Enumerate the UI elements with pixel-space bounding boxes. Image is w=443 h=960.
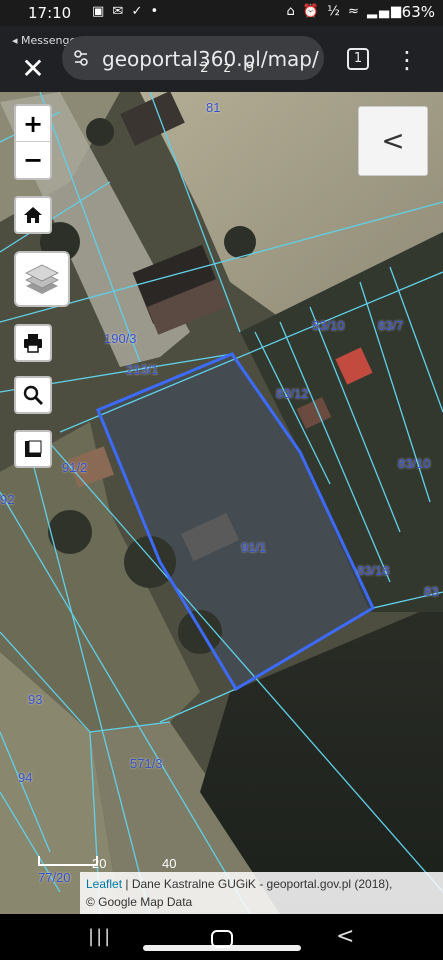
browser-toolbar: ◂ Messenger ✕ geoportal360.pl/map/ 2 z 9… xyxy=(0,26,443,92)
parcel-label[interactable]: 83/18 xyxy=(357,563,390,578)
search-icon xyxy=(23,385,43,405)
tab-switcher-button[interactable]: 1 xyxy=(347,48,369,70)
ruler-icon xyxy=(25,440,42,457)
zoom-control: + − xyxy=(14,104,52,180)
parcel-label[interactable]: 92 xyxy=(0,492,14,507)
parcel-label[interactable]: 571/3 xyxy=(130,756,163,771)
parcel-label[interactable]: 213/1 xyxy=(126,362,159,377)
parcel-label[interactable]: 83/10 xyxy=(398,456,431,471)
attribution-text: | Dane Kastralne GUGiK - geoportal.gov.p… xyxy=(122,877,393,891)
close-icon[interactable]: ✕ xyxy=(18,54,48,84)
zoom-in-button[interactable]: + xyxy=(16,106,50,142)
status-time: 17:10 xyxy=(28,4,72,22)
leaflet-link[interactable]: Leaflet xyxy=(86,877,122,891)
side-panel-toggle-button[interactable]: < xyxy=(358,106,428,176)
parcel-label[interactable]: 81 xyxy=(206,100,220,115)
browser-menu-icon[interactable]: ⋮ xyxy=(395,46,419,74)
parcel-label[interactable]: 93 xyxy=(28,692,42,707)
printer-icon xyxy=(24,334,42,353)
parcel-label[interactable]: 77/20 xyxy=(38,870,71,885)
parcel-label[interactable]: 83/12 xyxy=(276,386,309,401)
parcel-label[interactable]: 190/3 xyxy=(104,331,137,346)
settings-sliders-icon[interactable] xyxy=(74,49,88,67)
notification-icons: ▣ ✉ ✓ • xyxy=(92,4,161,19)
parcel-label[interactable]: 83 xyxy=(424,584,438,599)
parcel-label[interactable]: 91/1 xyxy=(241,540,266,555)
home-button[interactable] xyxy=(211,930,233,948)
recent-apps-button[interactable]: ||| xyxy=(88,928,110,946)
layers-button[interactable] xyxy=(14,251,70,307)
parcel-label[interactable]: 83/7 xyxy=(378,318,403,333)
map-view[interactable]: 81 190/3 213/1 83/10 83/7 83/12 83/10 91… xyxy=(0,92,443,914)
parcel-label[interactable]: 94 xyxy=(18,770,32,785)
battery-level: 63% xyxy=(401,3,435,21)
page-counter: 2 z 9 xyxy=(200,60,258,76)
home-icon xyxy=(24,207,42,223)
address-bar[interactable]: geoportal360.pl/map/ xyxy=(62,36,324,80)
status-bar: 17:10 ▣ ✉ ✓ • ⌂ ⏰ ½ ≈ ▂▄▆ 63% xyxy=(0,0,443,26)
scale-label-left: 20 xyxy=(92,856,107,871)
zoom-out-button[interactable]: − xyxy=(16,142,50,178)
scale-bar xyxy=(38,856,98,866)
map-attribution: Leaflet | Dane Kastralne GUGiK - geoport… xyxy=(80,872,443,914)
scale-label-right: 40 xyxy=(162,856,177,871)
parcel-label[interactable]: 91/2 xyxy=(62,460,87,475)
parcel-label[interactable]: 83/10 xyxy=(312,318,345,333)
back-button[interactable]: < xyxy=(336,924,354,949)
layers-icon xyxy=(25,264,59,294)
system-navigation-bar: ||| < xyxy=(0,914,443,960)
search-button[interactable] xyxy=(14,376,52,414)
attribution-google: © Google Map Data xyxy=(86,895,193,909)
satellite-imagery xyxy=(0,92,443,914)
measure-button[interactable] xyxy=(14,430,52,468)
system-icons: ⌂ ⏰ ½ ≈ ▂▄▆ xyxy=(286,4,403,19)
home-button[interactable] xyxy=(14,196,52,234)
print-button[interactable] xyxy=(14,324,52,362)
